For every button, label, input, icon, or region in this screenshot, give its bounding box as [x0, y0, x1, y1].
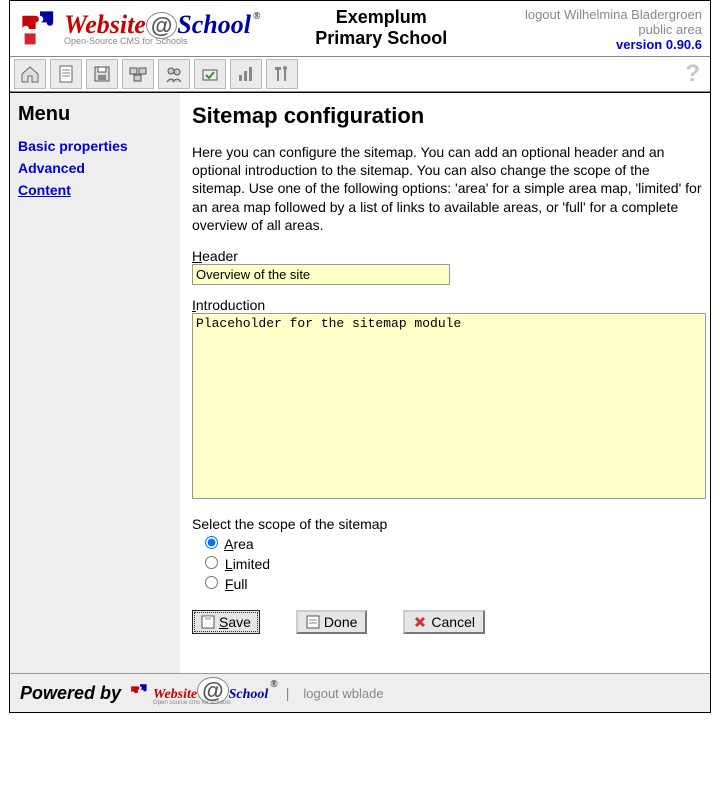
footer-separator: | [286, 685, 290, 701]
scope-option-limited[interactable]: Limited [200, 553, 706, 572]
help-icon[interactable]: ? [679, 60, 706, 88]
home-icon[interactable] [14, 59, 46, 89]
page-icon[interactable] [50, 59, 82, 89]
header-input[interactable] [192, 264, 450, 285]
sidebar-item-advanced[interactable]: Advanced [18, 160, 172, 176]
puzzle-icon [18, 7, 62, 51]
save-disk-icon[interactable] [86, 59, 118, 89]
page-description: Here you can configure the sitemap. You … [192, 143, 706, 234]
sidebar-item-basic-properties[interactable]: Basic properties [18, 138, 172, 154]
logo-wordmark: Website@School® [64, 12, 260, 38]
scope-option-area[interactable]: Area [200, 533, 706, 552]
tools-icon[interactable] [266, 59, 298, 89]
introduction-field-label: Introduction [192, 297, 706, 313]
public-area-link[interactable]: public area [502, 22, 702, 37]
cancel-button[interactable]: Cancel [403, 610, 485, 634]
menu-title: Menu [18, 103, 172, 126]
scope-option-full[interactable]: Full [200, 573, 706, 592]
scope-radio-limited[interactable] [205, 556, 218, 569]
footer-logo: Website@School® Open source cms for scho… [129, 680, 278, 706]
scope-radio-full[interactable] [205, 576, 218, 589]
footer-logout-link[interactable]: logout wblade [303, 686, 383, 701]
version-label: version 0.90.6 [502, 37, 702, 52]
config-check-icon[interactable] [194, 59, 226, 89]
users-icon[interactable] [158, 59, 190, 89]
toolbar: ? [10, 56, 710, 92]
stats-icon[interactable] [230, 59, 262, 89]
sidebar: Menu Basic properties Advanced Content [10, 93, 180, 673]
app-logo: Website@School® Open-Source CMS for Scho… [18, 7, 260, 51]
modules-icon[interactable] [122, 59, 154, 89]
save-small-icon [201, 615, 215, 629]
header-field-label: Header [192, 248, 706, 264]
logout-link[interactable]: logout Wilhelmina Bladergroen [502, 7, 702, 22]
powered-by-label: Powered by [20, 683, 121, 704]
scope-label: Select the scope of the sitemap [192, 516, 706, 532]
page-title: Sitemap configuration [192, 103, 706, 129]
cancel-x-icon [413, 615, 427, 629]
logo-tagline: Open-Source CMS for Schools [64, 36, 260, 46]
done-button[interactable]: Done [296, 610, 367, 634]
puzzle-icon [129, 682, 151, 704]
save-button[interactable]: Save [192, 610, 260, 634]
introduction-textarea[interactable] [192, 313, 706, 499]
sidebar-item-content[interactable]: Content [18, 182, 172, 198]
school-name: Exemplum Primary School [260, 7, 502, 48]
done-small-icon [306, 615, 320, 629]
scope-radio-area[interactable] [205, 536, 218, 549]
